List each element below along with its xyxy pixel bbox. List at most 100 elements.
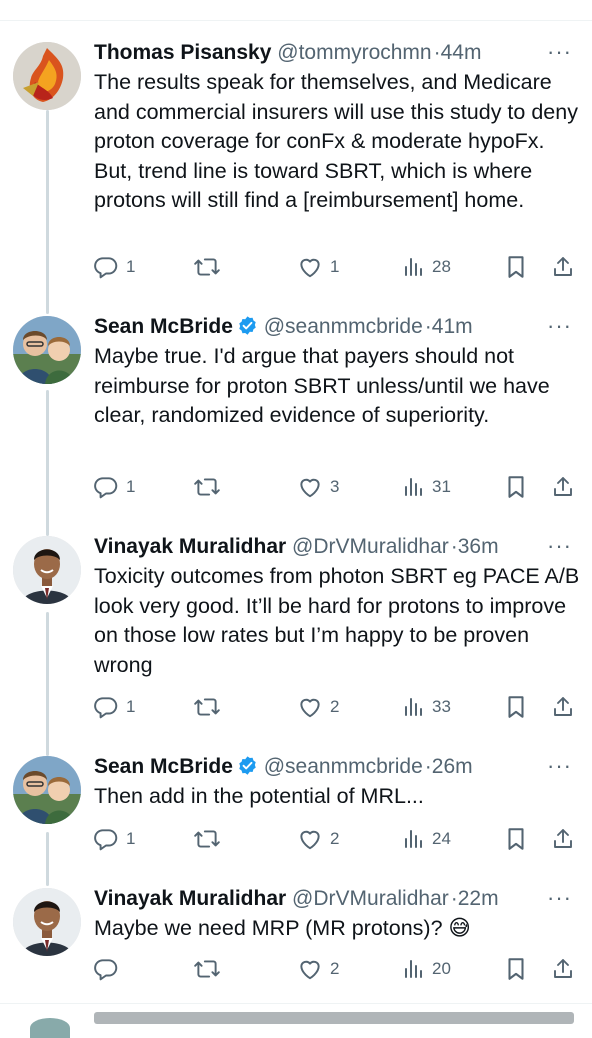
bookmark-icon: [505, 694, 527, 720]
timestamp[interactable]: 36m: [458, 535, 499, 558]
reply-button[interactable]: 1: [93, 252, 135, 282]
tweet-header: Thomas Pisansky @tommyrochmn·44m ···: [94, 38, 572, 68]
bottom-divider: [0, 1003, 592, 1004]
separator-dot: ·: [424, 315, 432, 338]
bookmark-button[interactable]: [505, 692, 527, 722]
author-handle[interactable]: @DrVMuralidhar: [292, 535, 449, 558]
avatar[interactable]: [13, 888, 81, 956]
separator-dot: ·: [433, 41, 441, 64]
author-name[interactable]: Thomas Pisansky: [94, 41, 271, 64]
reply-count: 1: [126, 697, 136, 716]
bookmark-button[interactable]: [505, 954, 527, 984]
author-handle[interactable]: @seanmmcbride: [264, 755, 423, 778]
heart-icon: [297, 956, 323, 982]
man-suit-avatar-icon: [13, 536, 81, 604]
share-button[interactable]: [551, 824, 575, 854]
tweet-text: Then add in the potential of MRL...: [94, 784, 424, 808]
avatar[interactable]: [13, 316, 81, 384]
verified-badge-icon: [237, 755, 258, 785]
retweet-button[interactable]: [193, 252, 228, 282]
timestamp[interactable]: 22m: [458, 887, 499, 910]
top-divider: [0, 20, 592, 21]
two-people-avatar-icon: [13, 756, 81, 824]
author-handle[interactable]: @seanmmcbride: [264, 315, 423, 338]
views-icon: [401, 957, 425, 981]
like-button[interactable]: 2: [297, 954, 339, 984]
like-button[interactable]: 3: [297, 472, 339, 502]
share-button[interactable]: [551, 252, 575, 282]
retweet-button[interactable]: [193, 954, 228, 984]
views-button[interactable]: 31: [401, 472, 451, 502]
views-count: 24: [432, 829, 451, 848]
separator-dot: ·: [424, 755, 432, 778]
share-button[interactable]: [551, 692, 575, 722]
heart-icon: [297, 826, 323, 852]
share-icon: [551, 694, 575, 720]
bookmark-icon: [505, 474, 527, 500]
more-icon[interactable]: ···: [547, 531, 572, 561]
action-bar: 2 20: [93, 954, 583, 984]
author-name[interactable]: Sean McBride: [94, 755, 233, 778]
avatar[interactable]: [13, 756, 81, 824]
views-button[interactable]: 24: [401, 824, 451, 854]
retweet-button[interactable]: [193, 692, 228, 722]
more-icon[interactable]: ···: [547, 883, 572, 913]
views-button[interactable]: 28: [401, 252, 451, 282]
share-icon: [551, 956, 575, 982]
heart-icon: [297, 474, 323, 500]
tweet-header: Vinayak Muralidhar @DrVMuralidhar·22m ··…: [94, 884, 572, 914]
views-count: 28: [432, 257, 451, 276]
like-count: 2: [330, 697, 340, 716]
heart-icon: [297, 254, 323, 280]
views-button[interactable]: 33: [401, 692, 451, 722]
bookmark-button[interactable]: [505, 824, 527, 854]
avatar[interactable]: [13, 42, 81, 110]
next-tweet-avatar[interactable]: [30, 1018, 70, 1038]
retweet-button[interactable]: [193, 824, 228, 854]
retweet-icon: [193, 956, 221, 982]
share-button[interactable]: [551, 954, 575, 984]
reply-button[interactable]: 1: [93, 824, 135, 854]
author-handle[interactable]: @DrVMuralidhar: [292, 887, 449, 910]
bookmark-icon: [505, 254, 527, 280]
share-button[interactable]: [551, 472, 575, 502]
retweet-icon: [193, 254, 221, 280]
like-count: 3: [330, 477, 340, 496]
like-button[interactable]: 1: [297, 252, 339, 282]
retweet-icon: [193, 474, 221, 500]
author-name[interactable]: Sean McBride: [94, 315, 233, 338]
tweet-header: Vinayak Muralidhar @DrVMuralidhar·36m ··…: [94, 532, 572, 562]
share-icon: [551, 826, 575, 852]
share-icon: [551, 474, 575, 500]
tweet-text: The results speak for themselves, and Me…: [94, 70, 578, 212]
more-icon[interactable]: ···: [547, 311, 572, 341]
like-button[interactable]: 2: [297, 692, 339, 722]
more-icon[interactable]: ···: [547, 751, 572, 781]
reply-button[interactable]: 1: [93, 472, 135, 502]
retweet-button[interactable]: [193, 472, 228, 502]
like-count: 1: [330, 257, 340, 276]
timestamp[interactable]: 26m: [432, 755, 473, 778]
like-button[interactable]: 2: [297, 824, 339, 854]
avatar[interactable]: [13, 536, 81, 604]
bookmark-button[interactable]: [505, 472, 527, 502]
author-name[interactable]: Vinayak Muralidhar: [94, 887, 286, 910]
author-handle[interactable]: @tommyrochmn: [277, 41, 431, 64]
views-button[interactable]: 20: [401, 954, 451, 984]
next-tweet-header: [94, 1012, 574, 1024]
timestamp[interactable]: 44m: [441, 41, 482, 64]
views-icon: [401, 255, 425, 279]
bookmark-button[interactable]: [505, 252, 527, 282]
tweet-header: Sean McBride @seanmmcbride·26m ···: [94, 752, 572, 782]
thread-line: [46, 110, 49, 314]
retweet-icon: [193, 826, 221, 852]
views-count: 31: [432, 477, 451, 496]
thread-line: [46, 612, 49, 756]
share-icon: [551, 254, 575, 280]
more-icon[interactable]: ···: [547, 37, 572, 67]
reply-button[interactable]: [93, 954, 126, 984]
author-name[interactable]: Vinayak Muralidhar: [94, 535, 286, 558]
timestamp[interactable]: 41m: [432, 315, 473, 338]
reply-button[interactable]: 1: [93, 692, 135, 722]
views-count: 20: [432, 959, 451, 978]
